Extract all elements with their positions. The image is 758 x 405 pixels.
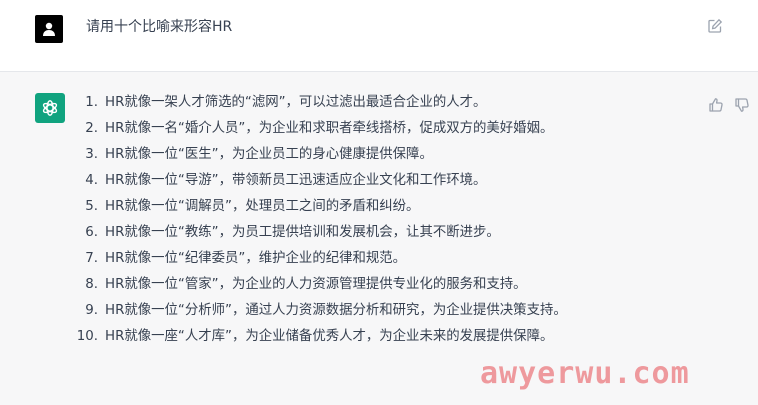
list-item-text: HR就像一架人才筛选的“滤网”，可以过滤出最适合企业的人才。: [105, 95, 487, 110]
list-item-text: HR就像一位“管家”，为企业的人力资源管理提供专业化的服务和支持。: [105, 277, 527, 292]
list-item-text: HR就像一位“导游”，带领新员工迅速适应企业文化和工作环境。: [105, 173, 487, 188]
list-item-number: 1.: [85, 95, 98, 110]
thumbs-down-icon[interactable]: [734, 97, 750, 113]
list-item: 5. HR就像一位“调解员”，处理员工之间的矛盾和纠纷。: [62, 194, 682, 220]
edit-icon[interactable]: [707, 18, 723, 34]
list-item: 3. HR就像一位“医生”，为企业员工的身心健康提供保障。: [62, 142, 682, 168]
list-item-text: HR就像一座“人才库”，为企业储备优秀人才，为企业未来的发展提供保障。: [105, 329, 554, 344]
watermark: awyerwu.com: [480, 356, 690, 391]
list-item-number: 6.: [85, 225, 98, 240]
list-item-text: HR就像一位“教练”，为员工提供培训和发展机会，让其不断进步。: [105, 225, 500, 240]
list-item-text: HR就像一名“婚介人员”，为企业和求职者牵线搭桥，促成双方的美好婚姻。: [105, 121, 554, 136]
list-item-text: HR就像一位“纪律委员”，维护企业的纪律和规范。: [105, 251, 407, 266]
list-item-text: HR就像一位“调解员”，处理员工之间的矛盾和纠纷。: [105, 199, 420, 214]
thumbs-up-icon[interactable]: [708, 97, 724, 113]
list-item-number: 5.: [85, 199, 98, 214]
list-item: 10. HR就像一座“人才库”，为企业储备优秀人才，为企业未来的发展提供保障。: [62, 324, 682, 350]
chat-page: 请用十个比喻来形容HR 1. HR就像一架人才筛选的“滤网”，可以过滤出最适合企业…: [0, 0, 758, 405]
list-item-number: 4.: [85, 173, 98, 188]
user-message-text: 请用十个比喻来形容HR: [86, 19, 233, 35]
list-item: 2. HR就像一名“婚介人员”，为企业和求职者牵线搭桥，促成双方的美好婚姻。: [62, 116, 682, 142]
list-item: 6. HR就像一位“教练”，为员工提供培训和发展机会，让其不断进步。: [62, 220, 682, 246]
list-item-number: 8.: [85, 277, 98, 292]
list-item: 4. HR就像一位“导游”，带领新员工迅速适应企业文化和工作环境。: [62, 168, 682, 194]
user-avatar: [35, 15, 63, 43]
user-icon: [43, 22, 55, 36]
list-item: 1. HR就像一架人才筛选的“滤网”，可以过滤出最适合企业的人才。: [62, 90, 682, 116]
list-item: 9. HR就像一位“分析师”，通过人力资源数据分析和研究，为企业提供决策支持。: [62, 298, 682, 324]
list-item: 8. HR就像一位“管家”，为企业的人力资源管理提供专业化的服务和支持。: [62, 272, 682, 298]
list-item-number: 10.: [76, 329, 98, 344]
assistant-avatar: [35, 93, 65, 123]
list-item-text: HR就像一位“医生”，为企业员工的身心健康提供保障。: [105, 147, 433, 162]
answer-list: 1. HR就像一架人才筛选的“滤网”，可以过滤出最适合企业的人才。 2. HR就像一…: [62, 90, 682, 350]
list-item: 7. HR就像一位“纪律委员”，维护企业的纪律和规范。: [62, 246, 682, 272]
list-item-number: 2.: [85, 121, 98, 136]
list-item-number: 9.: [85, 303, 98, 318]
list-item-number: 7.: [85, 251, 98, 266]
user-message-row: 请用十个比喻来形容HR: [0, 0, 758, 72]
list-item-number: 3.: [85, 147, 98, 162]
openai-logo-icon: [42, 100, 58, 116]
list-item-text: HR就像一位“分析师”，通过人力资源数据分析和研究，为企业提供决策支持。: [105, 303, 567, 318]
